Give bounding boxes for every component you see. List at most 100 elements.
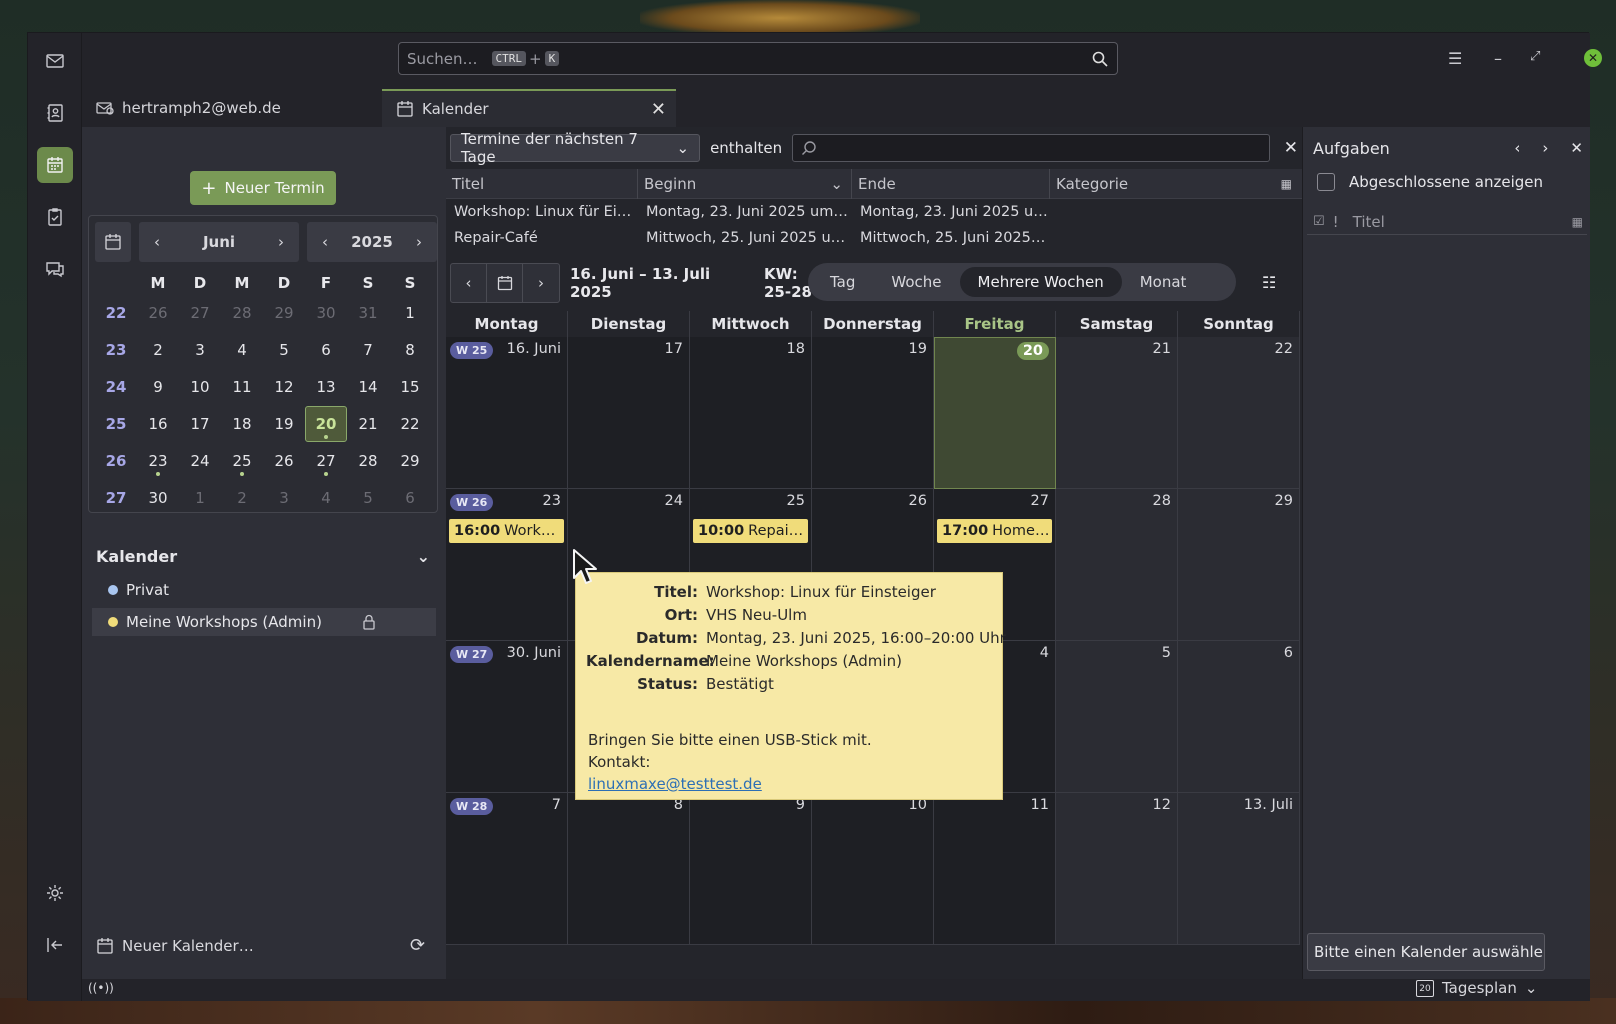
view-options-icon[interactable]: ☷ <box>1262 273 1276 292</box>
new-calendar-button[interactable]: Neuer Kalender… <box>96 937 254 955</box>
mini-calendar-day[interactable]: 10 <box>179 378 221 396</box>
calendar-day-cell[interactable]: 21 <box>1056 337 1178 489</box>
tooltip-email-link[interactable]: linuxmaxe@testtest.de <box>588 773 872 795</box>
event-filter-input[interactable] <box>792 134 1270 162</box>
calendar-event[interactable]: 16:00 Work… <box>449 519 564 543</box>
mini-calendar-day[interactable]: 31 <box>347 304 389 322</box>
calendar-item-workshops[interactable]: Meine Workshops (Admin) <box>92 608 436 636</box>
column-header-start[interactable]: Beginn ⌄ <box>638 168 852 199</box>
mini-calendar-day[interactable]: 6 <box>389 489 431 507</box>
tab-calendar[interactable]: Kalender ✕ <box>382 89 676 127</box>
refresh-icon[interactable]: ⟳ <box>410 935 425 956</box>
column-header-category[interactable]: Kategorie ▦ <box>1050 169 1302 199</box>
mini-calendar-day[interactable]: 5 <box>347 489 389 507</box>
week-number[interactable]: 23 <box>95 341 137 359</box>
prev-year-icon[interactable]: ‹ <box>307 233 343 251</box>
calendar-item-privat[interactable]: Privat <box>96 576 436 604</box>
mini-calendar-day[interactable]: 1 <box>179 489 221 507</box>
calendar-day-cell[interactable]: 11 <box>934 793 1056 945</box>
minimize-icon[interactable]: – <box>1494 49 1502 68</box>
calendar-day-cell[interactable]: 6 <box>1178 641 1300 793</box>
title-column[interactable]: Titel <box>1353 213 1572 231</box>
mini-calendar-day[interactable]: 5 <box>263 341 305 359</box>
calendar-day-cell[interactable]: 29 <box>1178 489 1300 641</box>
mini-calendar-day[interactable]: 19 <box>263 415 305 433</box>
calendar-list-header[interactable]: Kalender ⌄ <box>96 547 436 566</box>
tasks-icon[interactable] <box>37 199 73 235</box>
prev-month-icon[interactable]: ‹ <box>139 233 175 251</box>
mini-calendar-day[interactable]: 23 <box>137 452 179 470</box>
today-pane-toggle[interactable]: 20 Tagesplan ⌄ <box>1416 979 1537 997</box>
maximize-icon[interactable]: ⤢ <box>1530 49 1540 64</box>
calendar-day-cell[interactable]: 10 <box>812 793 934 945</box>
mini-calendar-day[interactable]: 25 <box>221 452 263 470</box>
mini-calendar-day[interactable]: 27 <box>179 304 221 322</box>
mini-calendar-day[interactable]: 4 <box>221 341 263 359</box>
view-month-button[interactable]: Monat <box>1122 267 1205 297</box>
mini-calendar-day[interactable]: 20 <box>305 405 347 442</box>
prev-day-icon[interactable]: ‹ <box>1514 139 1520 157</box>
next-month-icon[interactable]: › <box>263 233 299 251</box>
mini-calendar-day[interactable]: 22 <box>389 415 431 433</box>
calendar-day-cell[interactable]: 18 <box>690 337 812 489</box>
show-completed-checkbox[interactable] <box>1317 173 1335 191</box>
close-filter-icon[interactable]: ✕ <box>1284 138 1298 158</box>
close-window-icon[interactable]: ✕ <box>1584 49 1602 67</box>
view-multiweek-button[interactable]: Mehrere Wochen <box>959 267 1122 297</box>
mini-calendar-day[interactable]: 26 <box>263 452 305 470</box>
column-picker-icon[interactable]: ▦ <box>1572 215 1583 229</box>
week-number[interactable]: 24 <box>95 378 137 396</box>
week-number[interactable]: 25 <box>95 415 137 433</box>
event-list-row[interactable]: Repair-Café Mittwoch, 25. Juni 2025 u… M… <box>446 225 1302 251</box>
calendar-day-cell[interactable]: 12 <box>1056 793 1178 945</box>
previous-period-icon[interactable]: ‹ <box>451 264 487 302</box>
mini-calendar-day[interactable]: 9 <box>137 378 179 396</box>
chat-icon[interactable] <box>37 251 73 287</box>
calendar-day-cell[interactable]: 5 <box>1056 641 1178 793</box>
calendar-day-cell[interactable]: 19 <box>812 337 934 489</box>
mini-calendar-day[interactable]: 27 <box>305 452 347 470</box>
mini-calendar-day[interactable]: 28 <box>347 452 389 470</box>
global-search-input[interactable]: Suchen… CTRL + K <box>398 42 1118 75</box>
week-number[interactable]: 26 <box>95 452 137 470</box>
view-week-button[interactable]: Woche <box>873 267 959 297</box>
calendar-day-cell[interactable]: 20 <box>934 337 1056 489</box>
mini-calendar-day[interactable]: 29 <box>389 452 431 470</box>
calendar-day-cell[interactable]: W 25 16. Juni <box>446 337 568 489</box>
chevron-down-icon[interactable]: ⌄ <box>417 547 430 566</box>
address-book-icon[interactable] <box>37 95 73 131</box>
column-picker-icon[interactable]: ▦ <box>1281 169 1292 199</box>
today-icon[interactable] <box>487 264 523 302</box>
mini-calendar-day[interactable]: 8 <box>389 341 431 359</box>
mini-calendar-day[interactable]: 30 <box>137 489 179 507</box>
next-day-icon[interactable]: › <box>1542 139 1548 157</box>
tab-mail[interactable]: hertramph2@web.de <box>82 89 382 127</box>
mini-calendar-day[interactable]: 4 <box>305 489 347 507</box>
calendar-event[interactable]: 17:00 Home… <box>937 519 1052 543</box>
mini-calendar-day[interactable]: 6 <box>305 341 347 359</box>
column-header-end[interactable]: Ende <box>852 168 1050 199</box>
calendar-day-cell[interactable]: W 27 30. Juni <box>446 641 568 793</box>
collapse-toolbar-icon[interactable] <box>37 927 73 963</box>
mini-calendar-day[interactable]: 16 <box>137 415 179 433</box>
calendar-day-cell[interactable]: W 28 7 <box>446 793 568 945</box>
calendar-day-cell[interactable]: W 26 23 16:00 Work… <box>446 489 568 641</box>
calendar-icon[interactable] <box>37 147 73 183</box>
mini-calendar-day[interactable]: 3 <box>179 341 221 359</box>
next-period-icon[interactable]: › <box>523 264 559 302</box>
settings-gear-icon[interactable] <box>37 875 73 911</box>
select-calendar-button[interactable]: Bitte einen Kalender auswählen <box>1307 933 1545 971</box>
mini-calendar-day[interactable]: 2 <box>221 489 263 507</box>
view-day-button[interactable]: Tag <box>812 267 873 297</box>
week-number[interactable]: 22 <box>95 304 137 322</box>
event-list-row[interactable]: Workshop: Linux für Ei… Montag, 23. Juni… <box>446 199 1302 225</box>
calendar-day-cell[interactable]: 13. Juli <box>1178 793 1300 945</box>
app-menu-icon[interactable]: ☰ <box>1448 49 1462 68</box>
mini-calendar-day[interactable]: 15 <box>389 378 431 396</box>
mini-calendar-day[interactable]: 12 <box>263 378 305 396</box>
calendar-day-cell[interactable]: 22 <box>1178 337 1300 489</box>
event-range-dropdown[interactable]: Termine der nächsten 7 Tage ⌄ <box>450 130 701 166</box>
mini-calendar-day[interactable]: 17 <box>179 415 221 433</box>
mini-calendar-day[interactable]: 7 <box>347 341 389 359</box>
calendar-day-cell[interactable]: 28 <box>1056 489 1178 641</box>
